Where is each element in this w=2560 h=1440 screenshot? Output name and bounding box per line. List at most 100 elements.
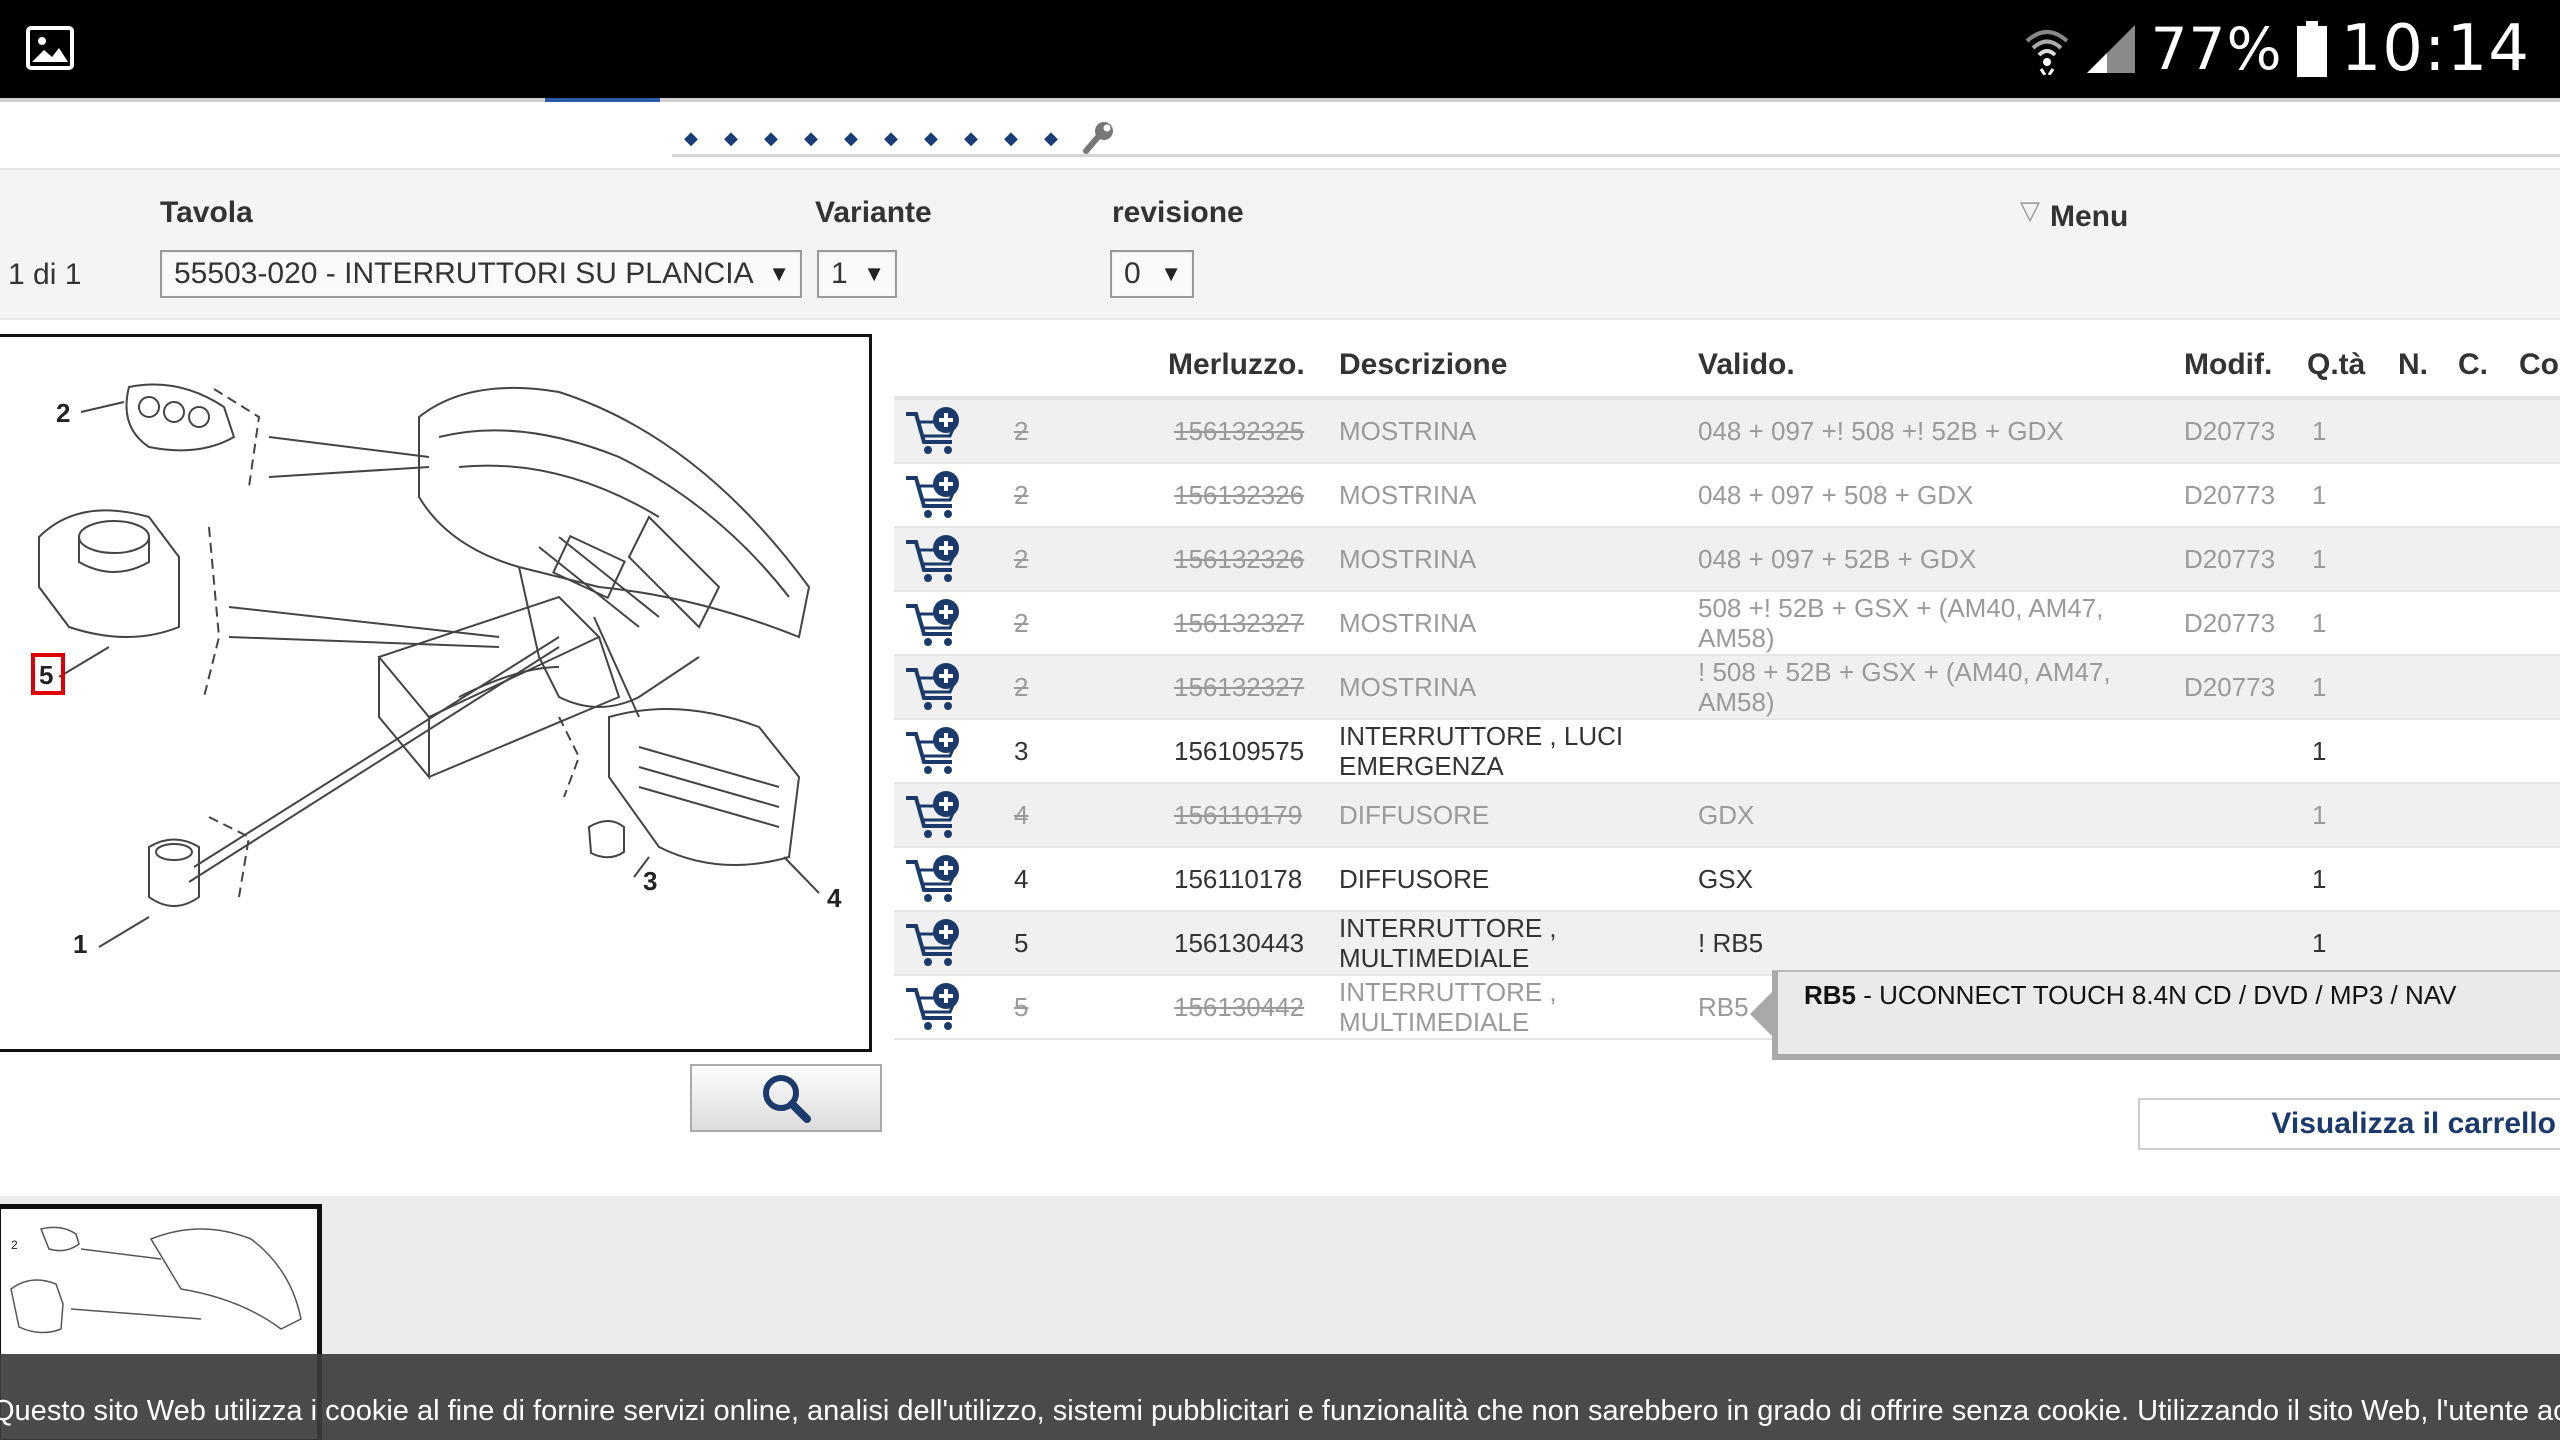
nav-dot-6[interactable]: ◆ [880,127,902,149]
view-cart-button[interactable]: Visualizza il carrello [2138,1098,2560,1150]
nav-dot-5[interactable]: ◆ [840,127,862,149]
add-to-cart-icon[interactable] [902,532,966,588]
validity: GDX [1698,800,1755,830]
tooltip-code: RB5 [1804,980,1857,1010]
variante-select[interactable]: 1 ▼ [817,250,897,298]
gallery-icon [26,26,74,70]
site-header: ◆ ◆ ◆ ◆ ◆ ◆ ◆ ◆ ◆ ◆ [0,98,2560,168]
add-to-cart-icon[interactable] [902,404,966,460]
table-row: 2 156132326 MOSTRINA 048 + 097 + 52B + GDX D… [894,528,2560,592]
ref-number: 5 [1014,991,1029,1022]
zoom-button[interactable] [690,1064,882,1132]
part-description: INTERRUTTORE , MULTIMEDIALE [1339,977,1557,1037]
part-description: MOSTRINA [1339,608,1477,638]
svg-text:1: 1 [73,929,87,959]
part-description: DIFFUSORE [1339,800,1490,830]
part-code: 156109575 [1174,735,1305,766]
dropdown-arrow-icon: ▼ [863,261,885,286]
add-to-cart-icon[interactable] [902,916,966,972]
col-qty: Q.tà [2307,348,2366,381]
add-to-cart-icon[interactable] [902,724,966,780]
part-code: 156132326 [1174,479,1305,510]
nav-dot-4[interactable]: ◆ [800,127,822,149]
table-header: Merluzzo. Descrizione Valido. Modif. Q.t… [894,334,2560,400]
svg-text:5: 5 [39,660,53,690]
status-bar: 77% 10:14 [0,0,2560,98]
table-body: 2 156132325 MOSTRINA 048 + 097 +! 508 +! 52… [894,400,2560,1040]
nav-dot-1[interactable]: ◆ [680,127,702,149]
nav-dot-9[interactable]: ◆ [1000,127,1022,149]
table-row: 2 156132327 MOSTRINA ! 508 + 52B + GSX + (A… [894,656,2560,720]
wrench-icon[interactable] [1080,120,1116,156]
quantity: 1 [2312,671,2327,702]
add-to-cart-icon[interactable] [902,852,966,908]
col-n: N. [2398,348,2428,381]
col-description: Descrizione [1339,348,1508,381]
parts-table: Merluzzo. Descrizione Valido. Modif. Q.t… [894,334,2560,1040]
part-code: 156132325 [1174,415,1305,446]
revisione-label: revisione [1112,196,1244,229]
clock: 10:14 [2340,12,2530,86]
col-valid: Valido. [1698,348,1795,381]
validity: 048 + 097 + 52B + GDX [1698,544,1977,574]
ref-number: 2 [1014,415,1029,446]
part-description: MOSTRINA [1339,480,1477,510]
add-to-cart-icon[interactable] [902,468,966,524]
validity: 508 +! 52B + GSX + (AM40, AM47, AM58) [1698,593,2104,653]
quantity: 1 [2312,479,2327,510]
option-tooltip: RB5 - UCONNECT TOUCH 8.4N CD / DVD / MP3… [1772,970,2560,1060]
status-icons: 77% 10:14 [2023,0,2530,98]
revisione-select[interactable]: 0 ▼ [1110,250,1194,298]
col-c: C. [2458,348,2488,381]
modification: D20773 [2184,671,2276,702]
breadcrumb-nav: ◆ ◆ ◆ ◆ ◆ ◆ ◆ ◆ ◆ ◆ [680,120,1116,156]
table-row: 5 156130443 INTERRUTTORE , MULTIMEDIALE ! R… [894,912,2560,976]
tavola-select-value: 55503-020 - INTERRUTTORI SU PLANCIA [174,257,754,290]
wifi-icon [2025,30,2068,75]
diagram-drawing: 2 5 1 3 4 [31,383,842,959]
validity: 048 + 097 + 508 + GDX [1698,480,1974,510]
add-to-cart-icon[interactable] [902,596,966,652]
ref-number: 5 [1014,927,1029,958]
nav-dot-7[interactable]: ◆ [920,127,942,149]
dropdown-arrow-icon: ▼ [1160,261,1182,286]
tooltip-text: - UCONNECT TOUCH 8.4N CD / DVD / MP3 / N… [1856,980,2457,1010]
ref-number: 4 [1014,863,1029,894]
header-divider [0,98,2560,102]
nav-dot-8[interactable]: ◆ [960,127,982,149]
svg-text:2: 2 [11,1238,18,1252]
modification: D20773 [2184,607,2276,638]
add-to-cart-icon[interactable] [902,788,966,844]
ref-number: 2 [1014,543,1029,574]
dropdown-arrow-icon: ▼ [768,261,790,286]
variante-select-value: 1 [831,257,848,290]
menu-toggle[interactable]: ▽ Menu [2020,195,2128,234]
nav-dot-3[interactable]: ◆ [760,127,782,149]
table-row: 4 156110179 DIFFUSORE GDX 1 [894,784,2560,848]
nav-dot-2[interactable]: ◆ [720,127,742,149]
quantity: 1 [2312,543,2327,574]
tavola-select[interactable]: 55503-020 - INTERRUTTORI SU PLANCIA ▼ [160,250,802,298]
col-co: Co [2519,348,2559,381]
modification: D20773 [2184,415,2276,446]
nav-dot-10[interactable]: ◆ [1040,127,1062,149]
part-description: MOSTRINA [1339,672,1477,702]
table-row: 2 156132326 MOSTRINA 048 + 097 + 508 + GDX D… [894,464,2560,528]
add-to-cart-icon[interactable] [902,980,966,1036]
part-code: 156132327 [1174,607,1305,638]
add-to-cart-icon[interactable] [902,660,966,716]
cookie-banner: Questo sito Web utilizza i cookie al fin… [0,1354,2560,1440]
col-code: Merluzzo. [1168,348,1305,381]
ref-number: 2 [1014,607,1029,638]
cookie-text: Questo sito Web utilizza i cookie al fin… [0,1395,2560,1427]
validity: GSX [1698,864,1753,894]
part-description: DIFFUSORE [1339,864,1490,894]
ref-number: 3 [1014,735,1029,766]
exploded-diagram[interactable]: 2 5 1 3 4 [0,334,872,1052]
part-code: 156130442 [1174,991,1305,1022]
quantity: 1 [2312,735,2327,766]
svg-text:4: 4 [827,883,842,913]
quantity: 1 [2312,415,2327,446]
table-row: 3 156109575 INTERRUTTORE , LUCI EMERGENZA 1 [894,720,2560,784]
table-row: 2 156132327 MOSTRINA 508 +! 52B + GSX + (AM… [894,592,2560,656]
